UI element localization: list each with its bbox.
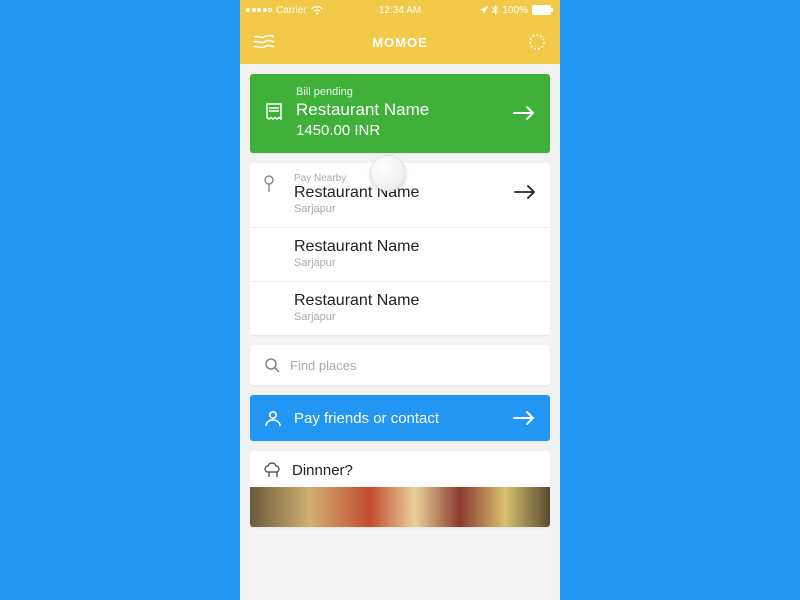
chef-hat-icon <box>264 461 282 479</box>
bill-label: Bill pending <box>296 86 500 98</box>
location-icon <box>480 6 488 14</box>
bill-restaurant-name: Restaurant Name <box>296 100 500 120</box>
status-bar: Carrier 12:34 AM 100% <box>240 0 560 20</box>
nearby-label: Pay Nearby <box>294 173 536 184</box>
nearby-item-name: Restaurant Name <box>294 238 536 256</box>
nearby-item[interactable]: Pay Nearby Restaurant Name Sarjapur <box>250 163 550 228</box>
app-title: MOMOE <box>372 35 428 50</box>
wifi-icon <box>311 6 323 15</box>
nearby-item-sub: Sarjapur <box>294 203 536 215</box>
bill-pending-card[interactable]: Bill pending Restaurant Name 1450.00 INR <box>250 74 550 153</box>
bill-amount: 1450.00 INR <box>296 122 500 139</box>
arrow-right-icon <box>512 410 536 426</box>
pin-icon <box>262 175 276 193</box>
nearby-item[interactable]: Restaurant Name Sarjapur <box>250 282 550 335</box>
dinner-label: Dinnner? <box>292 462 353 479</box>
arrow-right-icon <box>512 105 536 121</box>
nearby-item-sub: Sarjapur <box>294 311 536 323</box>
person-icon <box>264 409 282 427</box>
search-icon <box>264 357 280 373</box>
dinner-card[interactable]: Dinnner? <box>250 451 550 527</box>
battery-pct: 100% <box>502 5 528 16</box>
nearby-item-sub: Sarjapur <box>294 257 536 269</box>
nearby-item[interactable]: Restaurant Name Sarjapur <box>250 228 550 282</box>
nearby-card: Pay Nearby Restaurant Name Sarjapur Rest… <box>250 163 550 335</box>
nearby-item-name: Restaurant Name <box>294 184 536 202</box>
search-card[interactable]: Find places <box>250 345 550 385</box>
carrier-label: Carrier <box>276 5 307 16</box>
phone-frame: Carrier 12:34 AM 100% MOMOE Bill pending <box>240 0 560 600</box>
food-image <box>250 487 550 527</box>
pay-friends-label: Pay friends or contact <box>294 410 500 427</box>
settings-icon[interactable] <box>528 33 546 51</box>
signal-dots-icon <box>246 8 272 12</box>
arrow-right-icon <box>514 185 536 199</box>
nav-bar: MOMOE <box>240 20 560 64</box>
content: Bill pending Restaurant Name 1450.00 INR… <box>240 64 560 600</box>
bluetooth-icon <box>492 5 498 15</box>
pay-friends-card[interactable]: Pay friends or contact <box>250 395 550 441</box>
nearby-item-name: Restaurant Name <box>294 292 536 310</box>
receipt-icon <box>264 102 284 124</box>
menu-icon[interactable] <box>254 35 274 49</box>
battery-icon <box>532 5 554 15</box>
status-time: 12:34 AM <box>379 5 421 16</box>
search-placeholder: Find places <box>290 358 356 373</box>
